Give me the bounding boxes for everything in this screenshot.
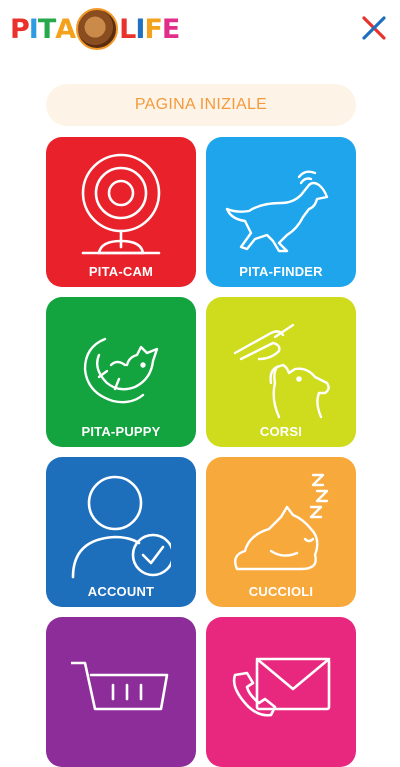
logo-letter: F [144,13,162,45]
logo-letter: L [119,13,136,45]
tile-label: PITA-PUPPY [81,424,161,439]
dog-photo-icon [76,8,119,50]
home-page-label: PAGINA INIZIALE [134,96,268,113]
tile-cuccioli[interactable]: CUCCIOLI [206,457,356,607]
pitalife-logo[interactable]: P I T A L I F E [10,8,180,50]
tile-label: CUCCIOLI [248,584,314,599]
logo-letter: A [55,13,76,45]
puppy-belly-icon [83,337,159,404]
app-header: P I T A L I F E [0,0,400,60]
training-dog-icon [233,323,330,419]
sleeping-puppy-icon [234,473,329,571]
logo-letter: T [37,13,56,45]
logo-letter: I [28,13,39,45]
tile-label: PITA-FINDER [239,264,323,279]
tile-pita-finder[interactable]: PITA-FINDER [206,137,356,287]
cart-icon [71,661,169,711]
tile-account[interactable]: ACCOUNT [46,457,196,607]
mail-phone-icon [232,657,331,717]
webcam-icon [81,153,161,255]
home-page-button[interactable]: PAGINA INIZIALE [46,84,356,126]
close-icon[interactable] [360,14,388,42]
tile-shop[interactable] [46,617,196,767]
tile-label: PITA-CAM [88,264,154,279]
tile-pita-cam[interactable]: PITA-CAM [46,137,196,287]
tile-corsi[interactable]: CORSI [206,297,356,447]
tile-label: ACCOUNT [87,584,155,599]
tile-pita-puppy[interactable]: PITA-PUPPY [46,297,196,447]
running-dog-icon [225,170,329,253]
logo-letter: P [10,13,30,45]
user-check-icon [71,475,171,579]
tile-label: CORSI [259,424,303,439]
tile-contact[interactable] [206,617,356,767]
logo-letter: I [135,13,145,45]
logo-letter: E [161,13,180,45]
